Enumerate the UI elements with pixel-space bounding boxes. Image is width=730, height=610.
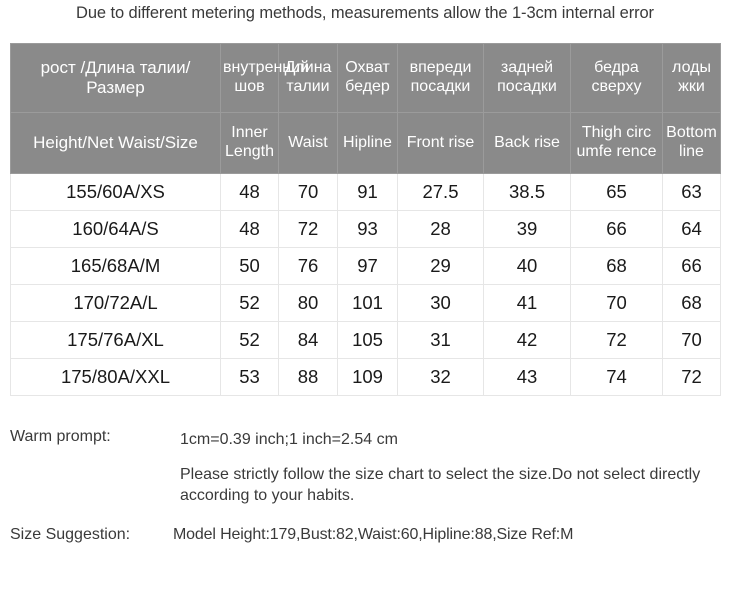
table-row: 175/76A/XL 52 84 105 31 42 72 70 xyxy=(10,321,721,359)
cell-bottom-line: 66 xyxy=(662,247,721,285)
size-suggestion-label: Size Suggestion: xyxy=(10,526,131,544)
cell-hipline: 97 xyxy=(337,247,398,285)
cell-back-rise: 39 xyxy=(483,210,571,248)
header-ru-hipline: Охват бедер xyxy=(337,43,398,113)
cell-back-rise: 40 xyxy=(483,247,571,285)
size-table: рост /Длина талии/Размер внутренний шов … xyxy=(10,43,721,396)
table-row: 175/80A/XXL 53 88 109 32 43 74 72 xyxy=(10,358,721,396)
cell-size: 160/64A/S xyxy=(10,210,221,248)
cell-back-rise: 42 xyxy=(483,321,571,359)
cell-front-rise: 29 xyxy=(397,247,484,285)
header-en-front-rise: Front rise xyxy=(397,112,484,174)
cell-thigh-circumference: 66 xyxy=(570,210,663,248)
header-ru-height-waist-size: рост /Длина талии/Размер xyxy=(10,43,221,113)
warm-prompt-label: Warm prompt: xyxy=(10,428,111,445)
cell-waist: 88 xyxy=(278,358,338,396)
cell-back-rise: 38.5 xyxy=(483,173,571,211)
cell-thigh-circumference: 65 xyxy=(570,173,663,211)
warm-prompt-instruction-text: Please strictly follow the size chart to… xyxy=(180,466,701,505)
cell-back-rise: 43 xyxy=(483,358,571,396)
header-ru-back-rise: задней посадки xyxy=(483,43,571,113)
cell-inner-length: 48 xyxy=(220,173,279,211)
cell-size: 175/80A/XXL xyxy=(10,358,221,396)
cell-hipline: 105 xyxy=(337,321,398,359)
header-en-thigh-circumference: Thigh circ umfe rence xyxy=(570,112,663,174)
cell-hipline: 109 xyxy=(337,358,398,396)
cell-inner-length: 52 xyxy=(220,284,279,322)
cell-front-rise: 27.5 xyxy=(397,173,484,211)
cell-waist: 72 xyxy=(278,210,338,248)
cell-inner-length: 50 xyxy=(220,247,279,285)
size-chart-page: Due to different metering methods, measu… xyxy=(0,0,730,610)
cell-front-rise: 28 xyxy=(397,210,484,248)
cell-size: 175/76A/XL xyxy=(10,321,221,359)
cell-waist: 76 xyxy=(278,247,338,285)
cell-inner-length: 48 xyxy=(220,210,279,248)
measurement-error-notice: Due to different metering methods, measu… xyxy=(76,4,654,22)
size-suggestion-row: Size Suggestion: Model Height:179,Bust:8… xyxy=(10,526,722,544)
cell-thigh-circumference: 74 xyxy=(570,358,663,396)
cell-front-rise: 32 xyxy=(397,358,484,396)
cell-size: 170/72A/L xyxy=(10,284,221,322)
table-row: 155/60A/XS 48 70 91 27.5 38.5 65 63 xyxy=(10,173,721,211)
table-header-row-english: Height/Net Waist/Size Inner Length Waist… xyxy=(10,112,721,174)
header-ru-thigh-circumference: бедра сверху xyxy=(570,43,663,113)
header-en-waist: Waist xyxy=(278,112,338,174)
cell-thigh-circumference: 68 xyxy=(570,247,663,285)
table-row: 170/72A/L 52 80 101 30 41 70 68 xyxy=(10,284,721,322)
cell-inner-length: 52 xyxy=(220,321,279,359)
header-en-hipline: Hipline xyxy=(337,112,398,174)
cell-hipline: 93 xyxy=(337,210,398,248)
header-ru-inner-length: внутренний шов xyxy=(220,43,309,113)
cell-waist: 84 xyxy=(278,321,338,359)
header-ru-bottom-line: лоды жки xyxy=(662,43,721,113)
warm-prompt-conversion-text: 1cm=0.39 inch;1 inch=2.54 cm xyxy=(180,431,398,448)
warm-prompt-body: 1cm=0.39 inch;1 inch=2.54 cm Please stri… xyxy=(180,428,722,506)
size-suggestion-value: Model Height:179,Bust:82,Waist:60,Hiplin… xyxy=(173,526,574,544)
cell-size: 155/60A/XS xyxy=(10,173,221,211)
header-ru-waist: Длина талии xyxy=(278,43,338,113)
header-ru-front-rise: впереди посадки xyxy=(397,43,484,113)
header-en-height-waist-size: Height/Net Waist/Size xyxy=(10,112,221,174)
cell-bottom-line: 72 xyxy=(662,358,721,396)
cell-front-rise: 30 xyxy=(397,284,484,322)
cell-thigh-circumference: 70 xyxy=(570,284,663,322)
cell-inner-length: 53 xyxy=(220,358,279,396)
cell-size: 165/68A/M xyxy=(10,247,221,285)
table-header-row-russian: рост /Длина талии/Размер внутренний шов … xyxy=(10,43,721,113)
cell-bottom-line: 68 xyxy=(662,284,721,322)
header-en-back-rise: Back rise xyxy=(483,112,571,174)
size-table-container: рост /Длина талии/Размер внутренний шов … xyxy=(10,43,721,396)
header-en-inner-length: Inner Length xyxy=(220,112,279,174)
table-row: 160/64A/S 48 72 93 28 39 66 64 xyxy=(10,210,721,248)
warm-prompt-row: Warm prompt: 1cm=0.39 inch;1 inch=2.54 c… xyxy=(10,428,722,506)
cell-thigh-circumference: 72 xyxy=(570,321,663,359)
cell-hipline: 91 xyxy=(337,173,398,211)
cell-waist: 70 xyxy=(278,173,338,211)
cell-hipline: 101 xyxy=(337,284,398,322)
cell-bottom-line: 64 xyxy=(662,210,721,248)
cell-bottom-line: 70 xyxy=(662,321,721,359)
cell-bottom-line: 63 xyxy=(662,173,721,211)
header-en-bottom-line: Bottom line xyxy=(662,112,721,174)
cell-front-rise: 31 xyxy=(397,321,484,359)
cell-waist: 80 xyxy=(278,284,338,322)
notes-section: Warm prompt: 1cm=0.39 inch;1 inch=2.54 c… xyxy=(10,428,722,544)
table-row: 165/68A/M 50 76 97 29 40 68 66 xyxy=(10,247,721,285)
cell-back-rise: 41 xyxy=(483,284,571,322)
